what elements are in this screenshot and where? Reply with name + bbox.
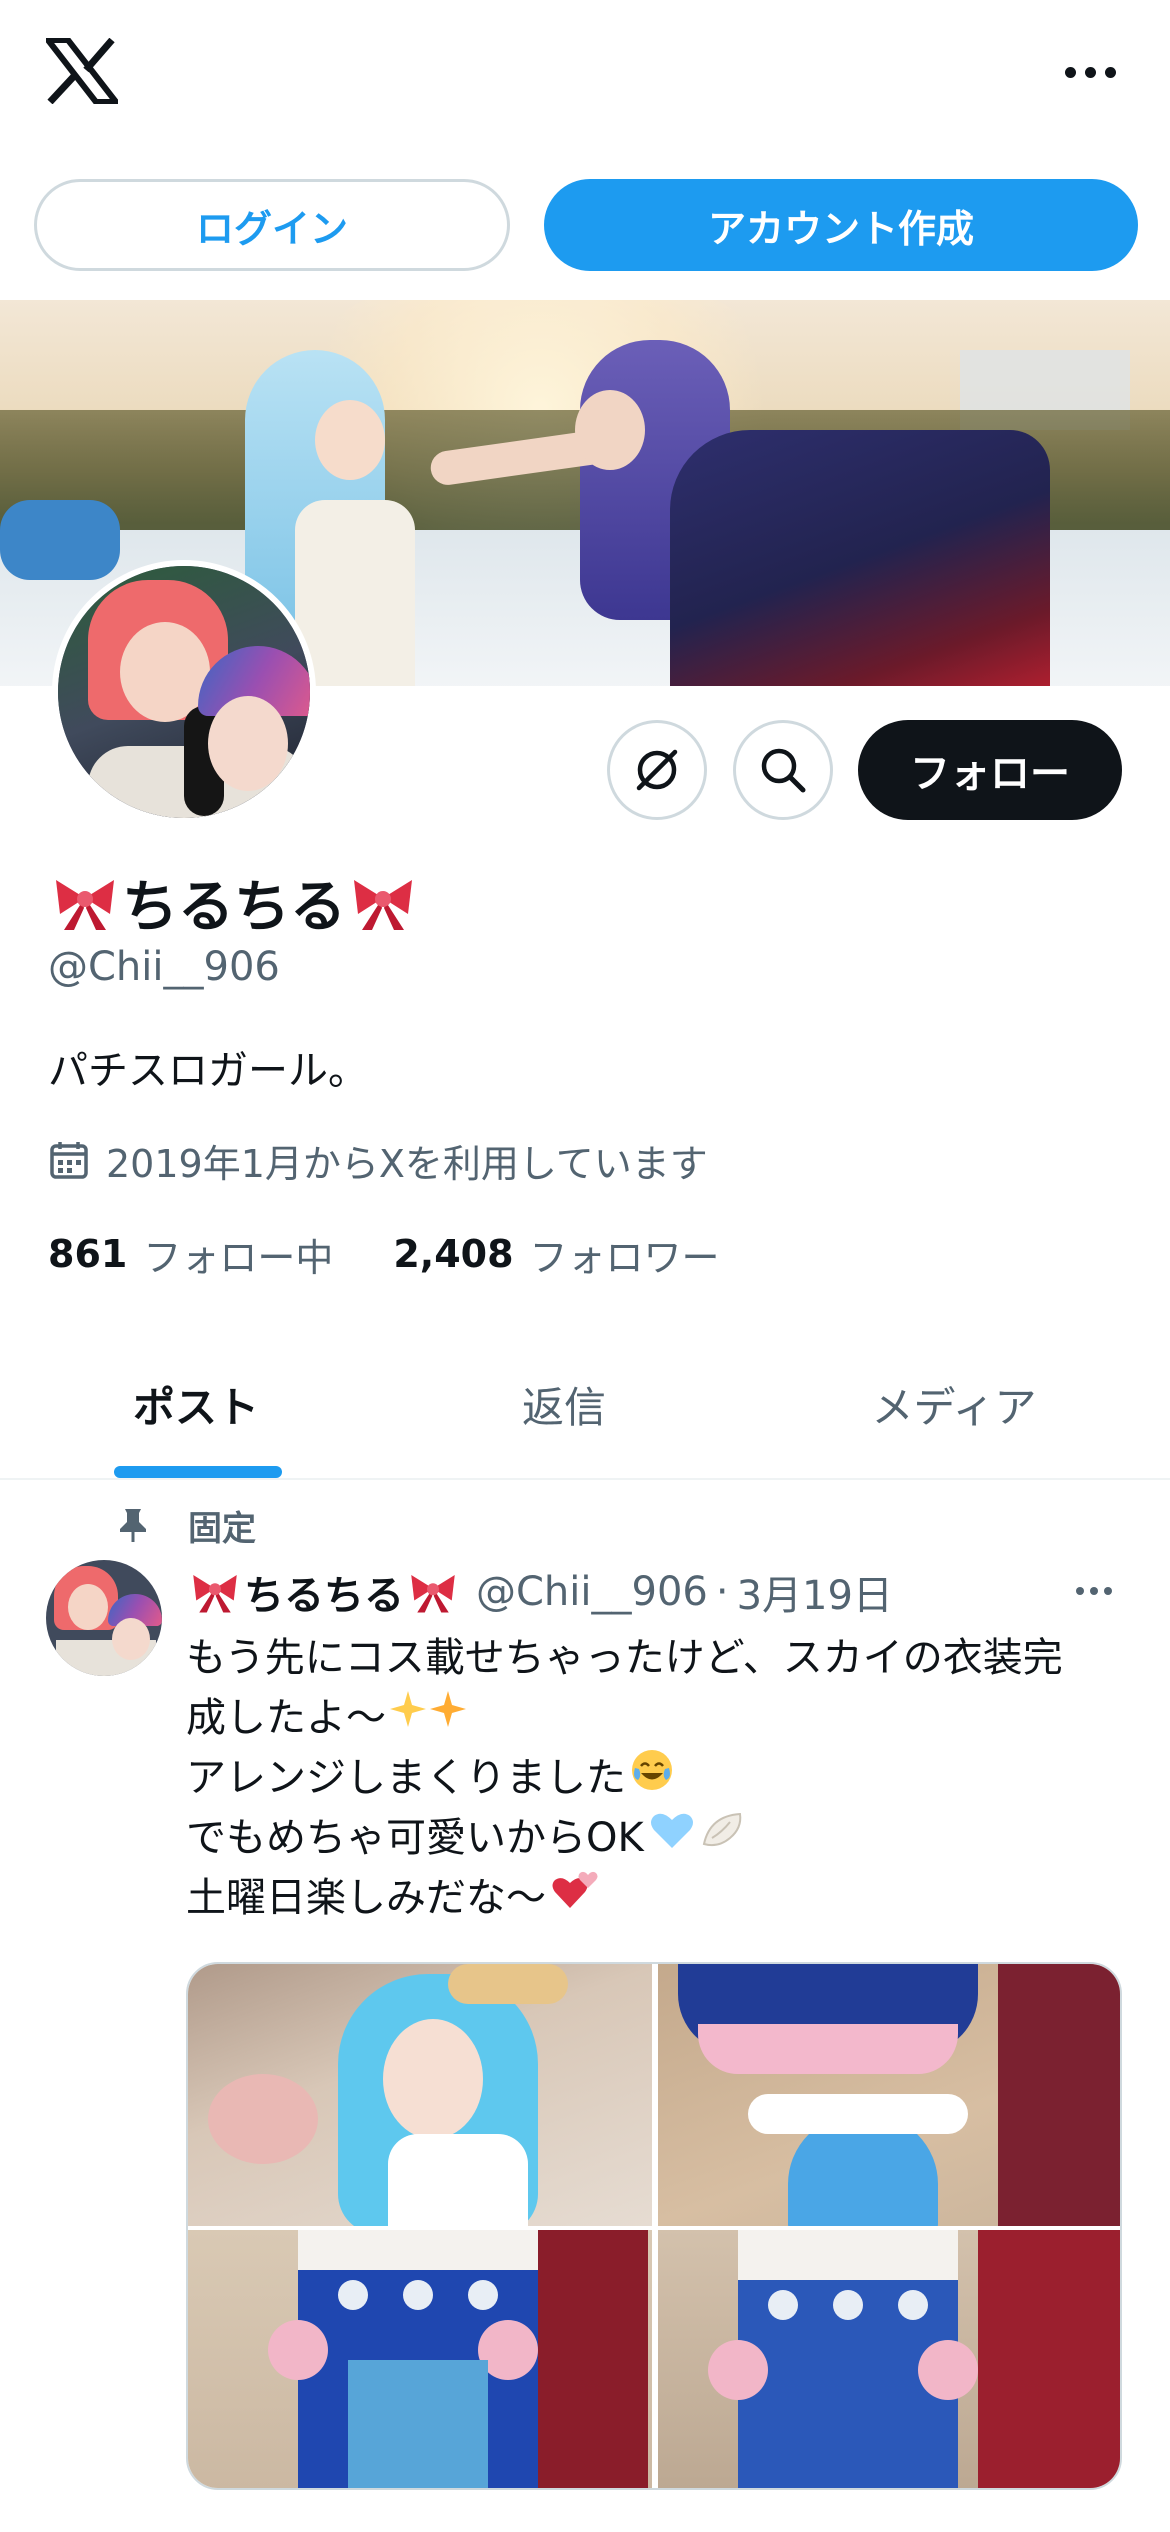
display-name-text: ちるちる	[122, 874, 346, 940]
login-button[interactable]: ログイン	[34, 179, 510, 271]
wing-emoji-icon	[700, 1808, 746, 1869]
post-author-avatar[interactable]	[46, 1560, 162, 1676]
auth-buttons: ログイン アカウント作成	[34, 179, 1138, 271]
post-header: ちるちる @Chii__906 · 3月19日	[186, 1560, 893, 1624]
post-media-grid	[186, 1962, 1122, 2490]
pinned-label: 固定	[188, 1508, 256, 1549]
profile-bio: パチスロガール。	[48, 1048, 368, 1094]
post-line: アレンジしまくりました	[186, 1755, 626, 1801]
ribbon-emoji-icon	[190, 1572, 240, 1613]
grok-button[interactable]	[607, 720, 707, 820]
following-count[interactable]: 861	[48, 1232, 127, 1276]
active-tab-indicator	[114, 1466, 282, 1478]
post-media-image-4[interactable]	[658, 2230, 1120, 2488]
more-horizontal-icon[interactable]	[1050, 52, 1130, 92]
x-logo-icon[interactable]	[41, 37, 123, 105]
tears-of-joy-emoji-icon	[630, 1748, 674, 1809]
ribbon-emoji-icon	[408, 1572, 458, 1613]
post-media-image-1[interactable]	[188, 1964, 652, 2226]
tab-media[interactable]: メディア	[822, 1330, 1086, 1478]
grok-icon	[636, 749, 678, 791]
display-name: ちるちる	[48, 862, 420, 942]
post-separator: ·	[715, 1569, 729, 1615]
post-line: もう先にコス載せちゃったけど、スカイの衣装完	[186, 1635, 1063, 1681]
post-author-name[interactable]: ちるちる	[186, 1563, 462, 1621]
profile-avatar[interactable]	[52, 560, 316, 824]
follow-stats: 861 フォロー中 2,408 フォロワー	[48, 1226, 780, 1282]
post-media-image-3[interactable]	[188, 2230, 652, 2488]
post-author-handle[interactable]: @Chii__906	[476, 1569, 708, 1615]
profile-tabs: ポスト 返信 メディア	[0, 1330, 1170, 1480]
follow-button[interactable]: フォロー	[858, 720, 1122, 820]
top-bar	[0, 0, 1170, 150]
tab-replies[interactable]: 返信	[432, 1330, 696, 1478]
pin-icon	[120, 1509, 146, 1542]
pinned-indicator: 固定	[118, 1496, 256, 1554]
search-button[interactable]	[733, 720, 833, 820]
create-account-button[interactable]: アカウント作成	[544, 179, 1138, 271]
two-hearts-emoji-icon	[550, 1868, 600, 1929]
ribbon-emoji-icon	[350, 876, 416, 930]
search-icon	[761, 748, 806, 793]
post-text: もう先にコス載せちゃったけど、スカイの衣装完 成したよ〜 アレンジしまくりました…	[186, 1628, 1126, 1928]
post-more-icon[interactable]	[1076, 1576, 1120, 1606]
post-media-image-2[interactable]	[658, 1964, 1120, 2226]
followers-count[interactable]: 2,408	[393, 1232, 513, 1276]
post-date[interactable]: 3月19日	[737, 1563, 893, 1621]
ribbon-emoji-icon	[52, 876, 118, 930]
blue-heart-emoji-icon	[648, 1808, 696, 1869]
profile-handle: @Chii__906	[48, 944, 280, 990]
sparkles-emoji-icon	[390, 1687, 470, 1750]
post-line: でもめちゃ可愛いからOK	[186, 1815, 644, 1861]
followers-label[interactable]: フォロワー	[530, 1227, 720, 1282]
calendar-icon	[50, 1142, 88, 1179]
following-label[interactable]: フォロー中	[143, 1227, 333, 1282]
post-author-name-text: ちるちる	[244, 1573, 404, 1619]
post-line: 土曜日楽しみだな〜	[186, 1875, 546, 1921]
tab-posts[interactable]: ポスト	[64, 1330, 328, 1478]
joined-text: 2019年1月からXを利用しています	[106, 1141, 708, 1186]
joined-date: 2019年1月からXを利用しています	[48, 1132, 708, 1188]
post-line: 成したよ〜	[186, 1695, 386, 1741]
